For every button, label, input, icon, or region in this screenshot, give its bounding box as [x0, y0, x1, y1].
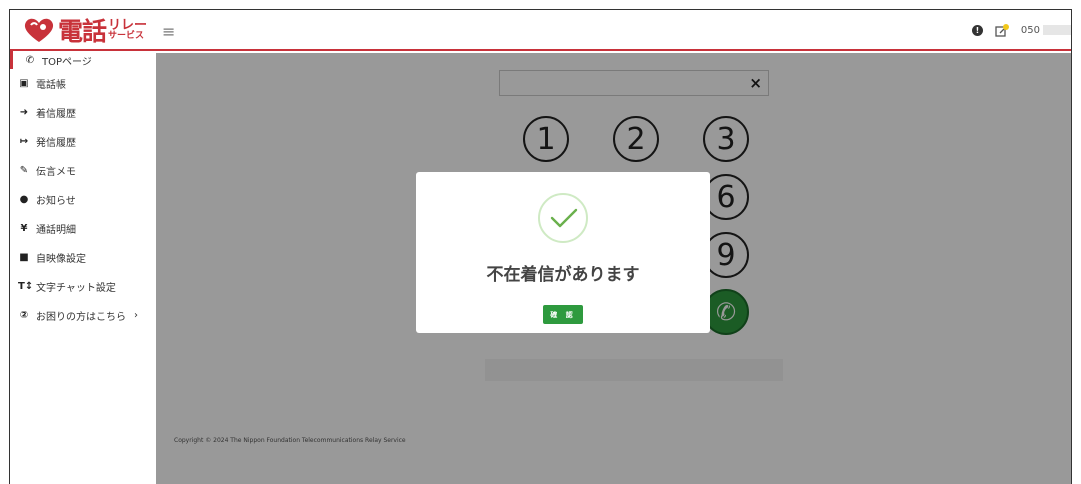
- sidebar-item-label: 着信履歴: [36, 109, 76, 120]
- sidebar-item-billing[interactable]: ¥ 通話明細: [10, 214, 156, 243]
- sidebar-item-label: お知らせ: [36, 196, 76, 207]
- app-window: 電話 リレー サービス ≡ ! 050 ✆ TOPページ ▣ 電話帳 ➜ 着信履…: [9, 9, 1072, 484]
- address-book-icon: ▣: [19, 78, 29, 89]
- sidebar: ✆ TOPページ ▣ 電話帳 ➜ 着信履歴 ↦ 発信履歴 ✎ 伝言メモ ● お知…: [10, 51, 156, 484]
- text-size-icon: T↕: [18, 281, 34, 292]
- chevron-right-icon: ›: [134, 310, 138, 321]
- sidebar-item-help[interactable]: ② お困りの方はこちら ›: [10, 301, 156, 330]
- incoming-icon: ➜: [19, 107, 29, 118]
- logo[interactable]: 電話 リレー サービス: [22, 14, 147, 46]
- sidebar-item-label: TOPページ: [42, 56, 92, 68]
- dialog-message: 不在着信があります: [486, 265, 640, 285]
- hamburger-icon[interactable]: ≡: [162, 22, 175, 41]
- phone-number: 050: [1020, 24, 1071, 36]
- sidebar-item-incoming[interactable]: ➜ 着信履歴: [10, 98, 156, 127]
- sidebar-item-outgoing[interactable]: ↦ 発信履歴: [10, 127, 156, 156]
- checkmark-icon: [538, 193, 588, 243]
- yen-icon: ¥: [20, 223, 28, 234]
- sidebar-item-news[interactable]: ● お知らせ: [10, 185, 156, 214]
- phone-number-text: 050: [1020, 24, 1040, 36]
- sidebar-item-label: 自映像設定: [36, 254, 86, 265]
- sidebar-item-label: 伝言メモ: [36, 167, 76, 178]
- memo-icon: ✎: [19, 165, 29, 176]
- logo-subtext: リレー サービス: [108, 19, 147, 41]
- info-icon[interactable]: !: [971, 24, 983, 36]
- memo-icon[interactable]: [995, 23, 1009, 37]
- help-icon: ②: [19, 310, 29, 321]
- phone-number-mask: [1043, 25, 1071, 35]
- sidebar-item-label: 電話帳: [36, 80, 66, 91]
- sidebar-item-chat-settings[interactable]: T↕ 文字チャット設定: [10, 272, 156, 301]
- confirm-button[interactable]: 確 認: [543, 305, 583, 324]
- sidebar-item-label: 発信履歴: [36, 138, 76, 149]
- missed-call-dialog: 不在着信があります 確 認: [416, 172, 710, 333]
- outgoing-icon: ↦: [19, 136, 29, 147]
- sidebar-item-memo[interactable]: ✎ 伝言メモ: [10, 156, 156, 185]
- phone-icon: ✆: [25, 54, 35, 66]
- video-icon: ■: [19, 252, 29, 263]
- logo-sub-bottom: サービス: [108, 31, 145, 41]
- info-icon: ●: [19, 194, 29, 205]
- sidebar-item-top[interactable]: ✆ TOPページ: [10, 51, 156, 69]
- header-right: ! 050: [971, 23, 1071, 37]
- sidebar-item-phonebook[interactable]: ▣ 電話帳: [10, 69, 156, 98]
- top-bar: 電話 リレー サービス ≡ ! 050: [10, 10, 1071, 51]
- sidebar-item-video-settings[interactable]: ■ 自映像設定: [10, 243, 156, 272]
- logo-heart-icon: [22, 16, 56, 44]
- sidebar-item-label: 文字チャット設定: [36, 283, 116, 294]
- sidebar-item-label: 通話明細: [36, 225, 76, 236]
- logo-text: 電話: [58, 17, 107, 46]
- sidebar-item-label: お困りの方はこちら: [36, 312, 126, 323]
